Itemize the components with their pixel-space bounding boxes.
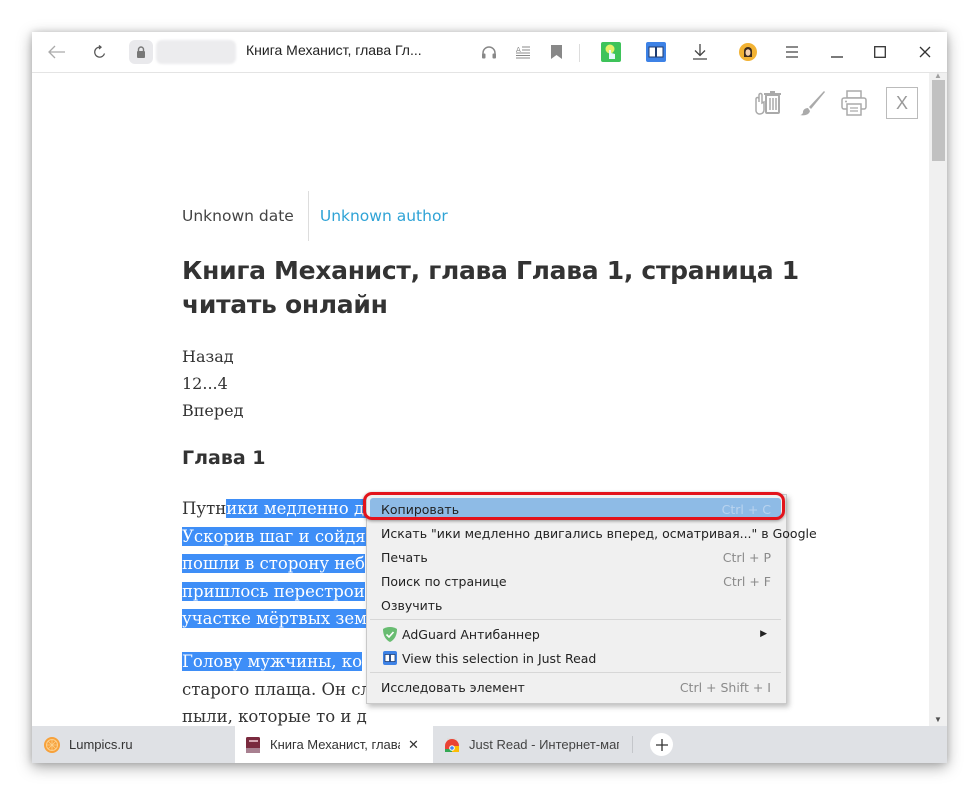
tab-title: Lumpics.ru: [69, 737, 133, 752]
chapter-heading: Глава 1: [182, 447, 266, 469]
arrow-left-icon: [48, 45, 65, 59]
browser-toolbar: Книга Механист, глава Гл... A: [32, 32, 947, 73]
paintbrush-icon: [800, 91, 825, 116]
back-button[interactable]: [45, 40, 69, 64]
menu-item-find[interactable]: Поиск по странице Ctrl + F: [370, 570, 781, 592]
selected-text[interactable]: участке мёртвых зем: [182, 609, 368, 628]
minimize-icon: [831, 56, 843, 58]
tab-bar: Lumpics.ru Книга Механист, глава Глава 1…: [32, 726, 947, 763]
print-button[interactable]: [837, 87, 871, 119]
address-host-blurred[interactable]: [156, 40, 236, 64]
nav-forward-link[interactable]: Вперед: [182, 397, 243, 424]
reader-mode-icon: A: [516, 46, 530, 59]
new-tab-button[interactable]: [650, 733, 673, 756]
hand-trash-icon: [755, 91, 781, 115]
maximize-button[interactable]: [868, 40, 892, 64]
nav-back-link[interactable]: Назад: [182, 343, 243, 370]
article-meta: Unknown date Unknown author: [182, 191, 448, 241]
paragraph-text: пыли, которые то и д: [182, 707, 367, 726]
reload-icon: [94, 45, 106, 58]
read-aloud-button[interactable]: [477, 40, 501, 64]
menu-separator: [370, 619, 781, 620]
printer-icon: [841, 90, 867, 116]
scrollbar-thumb[interactable]: [932, 80, 945, 161]
downloads-button[interactable]: [688, 40, 712, 64]
tab-title: Книга Механист, глава Глава 1: [270, 737, 400, 752]
menu-item-label: Поиск по странице: [381, 573, 507, 589]
maximize-icon: [874, 46, 886, 58]
menu-item-label: Озвучить: [381, 597, 443, 613]
menu-item-print[interactable]: Печать Ctrl + P: [370, 546, 781, 568]
paragraph-text: Путн: [182, 499, 227, 518]
scroll-down-arrow-icon[interactable]: ▼: [932, 716, 944, 724]
article-author-link[interactable]: Unknown author: [309, 207, 448, 225]
reader-mode-button[interactable]: A: [511, 40, 535, 64]
selected-text[interactable]: Ускорив шаг и сойдя: [182, 526, 366, 546]
context-menu: Копировать Ctrl + C Искать "ики медленно…: [366, 494, 817, 704]
tab-separator: [632, 736, 633, 753]
menu-item-read-aloud[interactable]: Озвучить: [370, 594, 781, 616]
menu-item-shortcut: Ctrl + F: [723, 573, 771, 589]
nav-pages[interactable]: 12...4: [182, 370, 243, 397]
menu-item-shortcut: Ctrl + Shift + I: [679, 679, 771, 695]
book-favicon-icon: [245, 736, 261, 753]
minimize-button[interactable]: [825, 40, 849, 64]
menu-item-label: AdGuard Антибаннер: [402, 626, 540, 642]
lock-icon: [137, 46, 145, 58]
menu-item-label: Исследовать элемент: [381, 679, 525, 695]
plus-icon: [655, 738, 668, 751]
adguard-shield-icon: [382, 626, 397, 642]
site-security-button[interactable]: [129, 40, 153, 64]
tab-just-read[interactable]: Just Read - Интернет-магазин Chrome: [444, 726, 624, 763]
article-title: Книга Механист, глава Глава 1, страница …: [182, 256, 799, 319]
submenu-arrow-icon: ▶: [760, 629, 767, 639]
close-icon: [919, 46, 931, 58]
toolbar-separator: [579, 44, 580, 62]
headphones-icon: [482, 46, 496, 59]
orange-favicon-icon: [44, 736, 60, 753]
menu-item-search-google[interactable]: Искать "ики медленно двигались вперед, о…: [370, 522, 817, 544]
touch-extension-icon: [601, 42, 621, 62]
vertical-scrollbar[interactable]: ▲ ▼: [929, 72, 947, 726]
close-window-button[interactable]: [913, 40, 937, 64]
style-button[interactable]: [795, 87, 829, 119]
scroll-up-arrow-icon[interactable]: ▲: [932, 72, 944, 80]
page-navigation: Назад 12...4 Вперед: [182, 343, 243, 424]
hamburger-menu-icon: [786, 46, 798, 58]
delete-element-button[interactable]: [751, 87, 785, 119]
menu-item-adguard[interactable]: AdGuard Антибаннер ▶: [370, 623, 781, 645]
menu-item-inspect[interactable]: Исследовать элемент Ctrl + Shift + I: [370, 676, 781, 698]
menu-item-label: Печать: [381, 549, 428, 565]
menu-item-shortcut: Ctrl + P: [722, 549, 771, 565]
tab-mechanist-book[interactable]: Книга Механист, глава Глава 1 ✕: [235, 726, 433, 763]
just-read-extension-button[interactable]: [644, 40, 668, 64]
download-icon: [693, 44, 707, 60]
book-icon: [646, 42, 666, 62]
highlight-annotation-ring: [363, 492, 785, 520]
chrome-web-store-favicon-icon: [444, 737, 460, 753]
menu-item-label: Искать "ики медленно двигались вперед, о…: [381, 525, 817, 541]
profile-button[interactable]: [736, 40, 760, 64]
extension-touch-button[interactable]: [599, 40, 623, 64]
menu-separator: [370, 672, 781, 673]
menu-item-just-read[interactable]: View this selection in Just Read: [370, 647, 781, 669]
just-read-book-icon: [382, 651, 397, 666]
reload-button[interactable]: [88, 40, 112, 64]
selected-text[interactable]: пришлось перестрои: [182, 581, 365, 601]
bookmark-button[interactable]: [544, 40, 568, 64]
selected-text[interactable]: Голову мужчины, ко: [182, 652, 363, 671]
address-bar-title[interactable]: Книга Механист, глава Гл...: [246, 42, 422, 58]
paragraph-text: старого плаща. Он сл: [182, 679, 372, 699]
article-date: Unknown date: [182, 191, 309, 241]
menu-button[interactable]: [780, 40, 804, 64]
menu-item-label: View this selection in Just Read: [402, 650, 597, 666]
tab-title: Just Read - Интернет-магазин Chrome: [469, 737, 619, 752]
avatar: [739, 43, 757, 61]
close-reader-button[interactable]: X: [886, 87, 918, 119]
bookmark-icon: [550, 45, 562, 59]
close-tab-icon[interactable]: ✕: [408, 737, 419, 753]
tab-lumpics[interactable]: Lumpics.ru: [44, 726, 229, 763]
selected-text[interactable]: пошли в сторону неб: [182, 554, 365, 573]
